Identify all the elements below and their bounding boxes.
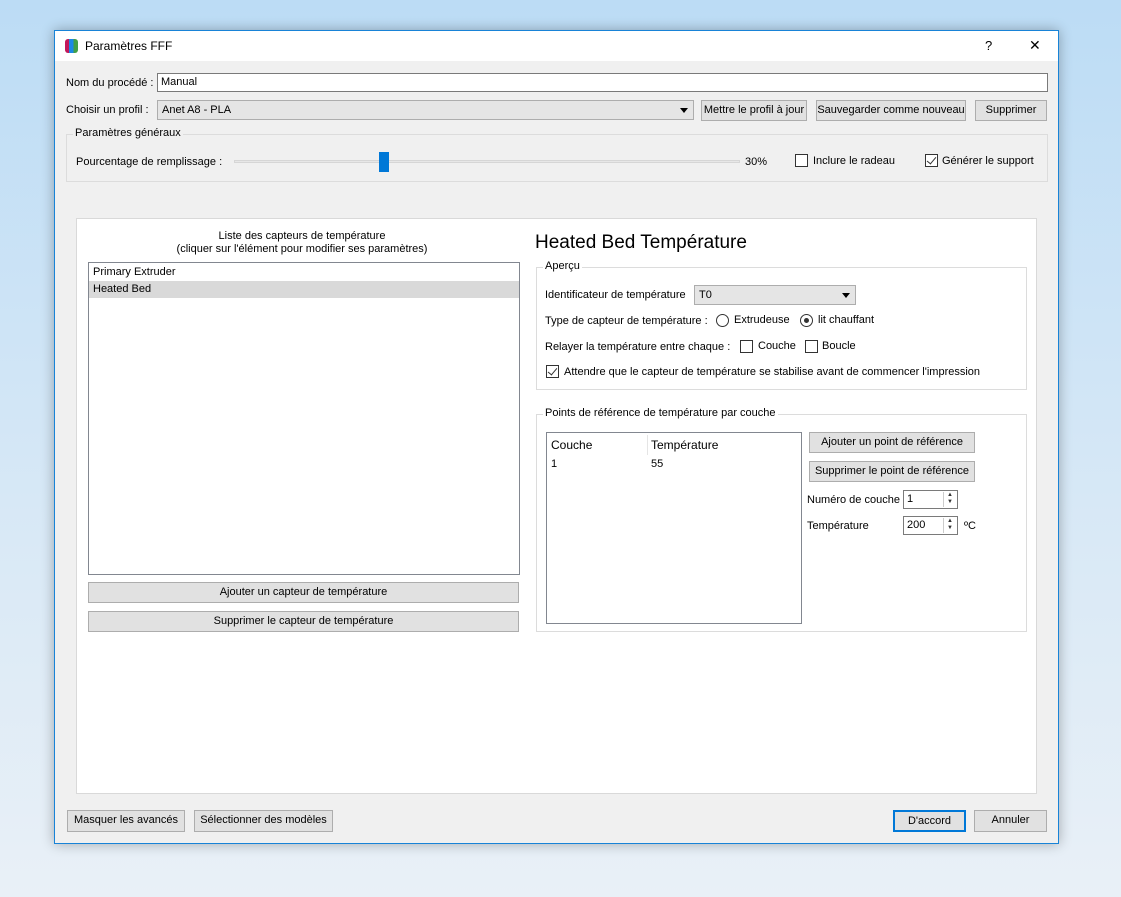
- overview-title: Aperçu: [543, 260, 582, 272]
- sensor-list-title: Liste des capteurs de température: [218, 230, 386, 242]
- relay-label: Relayer la température entre chaque :: [545, 341, 731, 353]
- window-title: Paramètres FFF: [85, 39, 173, 53]
- relay-layer-label: Couche: [758, 340, 796, 352]
- setpoints-title: Points de référence de température par c…: [543, 407, 778, 419]
- column-header-temperature[interactable]: Température: [651, 438, 718, 452]
- table-cell-layer[interactable]: 1: [551, 458, 557, 470]
- temperature-spinbox[interactable]: 200 ▲ ▼: [903, 516, 958, 535]
- setpoints-group: Points de référence de température par c…: [536, 407, 1027, 632]
- remove-setpoint-button[interactable]: Supprimer le point de référence: [809, 461, 975, 482]
- infill-label: Pourcentage de remplissage :: [76, 156, 223, 168]
- app-logo-icon: [65, 39, 78, 53]
- sensor-list: Primary Extruder Heated Bed: [88, 262, 520, 575]
- layer-number-label: Numéro de couche: [807, 494, 900, 506]
- support-checkbox[interactable]: [925, 154, 938, 167]
- sensor-heading: Heated Bed Température: [535, 232, 747, 253]
- general-settings-title: Paramètres généraux: [73, 127, 183, 139]
- layer-number-value: 1: [907, 493, 914, 505]
- wait-stabilize-label: Attendre que le capteur de température s…: [564, 366, 981, 378]
- fff-settings-dialog: Paramètres FFF ? ✕ Nom du procédé : Manu…: [54, 30, 1059, 844]
- delete-profile-button[interactable]: Supprimer: [975, 100, 1047, 121]
- profile-select[interactable]: Anet A8 - PLA: [157, 100, 694, 120]
- temperature-unit: ºC: [964, 520, 976, 532]
- process-name-label: Nom du procédé :: [66, 77, 154, 89]
- table-cell-temperature[interactable]: 55: [651, 458, 663, 470]
- spin-arrows-icon[interactable]: ▲ ▼: [943, 492, 956, 507]
- sensor-type-label: Type de capteur de température :: [545, 315, 708, 327]
- raft-label: Inclure le radeau: [813, 155, 895, 167]
- help-button[interactable]: ?: [985, 38, 992, 53]
- infill-slider[interactable]: [234, 152, 740, 172]
- chevron-down-icon: [680, 108, 688, 113]
- overview-group: Aperçu Identificateur de température T0 …: [536, 260, 1027, 390]
- chevron-down-icon: [842, 293, 850, 298]
- hide-advanced-button[interactable]: Masquer les avancés: [67, 810, 185, 832]
- relay-loop-label: Boucle: [822, 340, 856, 352]
- cancel-button[interactable]: Annuler: [974, 810, 1047, 832]
- sensor-id-value: T0: [699, 289, 712, 301]
- setpoints-table: Couche Température 1 55: [546, 432, 802, 624]
- add-sensor-button[interactable]: Ajouter un capteur de température: [88, 582, 519, 603]
- temperature-value: 200: [907, 519, 926, 531]
- sensor-id-label: Identificateur de température: [545, 289, 686, 301]
- heated-bed-radio-label: lit chauffant: [818, 314, 875, 326]
- sensor-id-select[interactable]: T0: [694, 285, 856, 305]
- column-header-layer[interactable]: Couche: [551, 438, 592, 452]
- relay-loop-checkbox[interactable]: [805, 340, 818, 353]
- ok-button[interactable]: D'accord: [893, 810, 966, 832]
- layer-number-spinbox[interactable]: 1 ▲ ▼: [903, 490, 958, 509]
- infill-value: 30%: [745, 156, 768, 168]
- select-models-button[interactable]: Sélectionner des modèles: [194, 810, 333, 832]
- list-item-selected[interactable]: Heated Bed: [89, 281, 519, 298]
- add-setpoint-button[interactable]: Ajouter un point de référence: [809, 432, 975, 453]
- profile-value: Anet A8 - PLA: [162, 104, 232, 116]
- remove-sensor-button[interactable]: Supprimer le capteur de température: [88, 611, 519, 632]
- extruder-radio[interactable]: [716, 314, 729, 327]
- spin-arrows-icon[interactable]: ▲ ▼: [943, 518, 956, 533]
- heated-bed-radio[interactable]: [800, 314, 813, 327]
- support-label: Générer le support: [942, 155, 1034, 167]
- slider-thumb[interactable]: [379, 152, 390, 172]
- wait-stabilize-checkbox[interactable]: [546, 365, 559, 378]
- temperature-label: Température: [807, 520, 869, 532]
- tab-panel-temperature: Liste des capteurs de température (cliqu…: [76, 218, 1037, 794]
- process-name-input[interactable]: Manual: [157, 73, 1048, 92]
- relay-layer-checkbox[interactable]: [740, 340, 753, 353]
- sensor-list-hint: (cliquer sur l'élément pour modifier ses…: [176, 243, 428, 255]
- general-settings-group: Paramètres généraux Pourcentage de rempl…: [66, 127, 1048, 182]
- list-item[interactable]: Primary Extruder: [89, 264, 519, 281]
- update-profile-button[interactable]: Mettre le profil à jour: [701, 100, 807, 121]
- profile-label: Choisir un profil :: [66, 104, 149, 116]
- raft-checkbox[interactable]: [795, 154, 808, 167]
- extruder-radio-label: Extrudeuse: [734, 314, 790, 326]
- close-button[interactable]: ✕: [1029, 37, 1041, 54]
- save-as-new-button[interactable]: Sauvegarder comme nouveau: [816, 100, 966, 121]
- title-bar: Paramètres FFF ? ✕: [55, 31, 1058, 61]
